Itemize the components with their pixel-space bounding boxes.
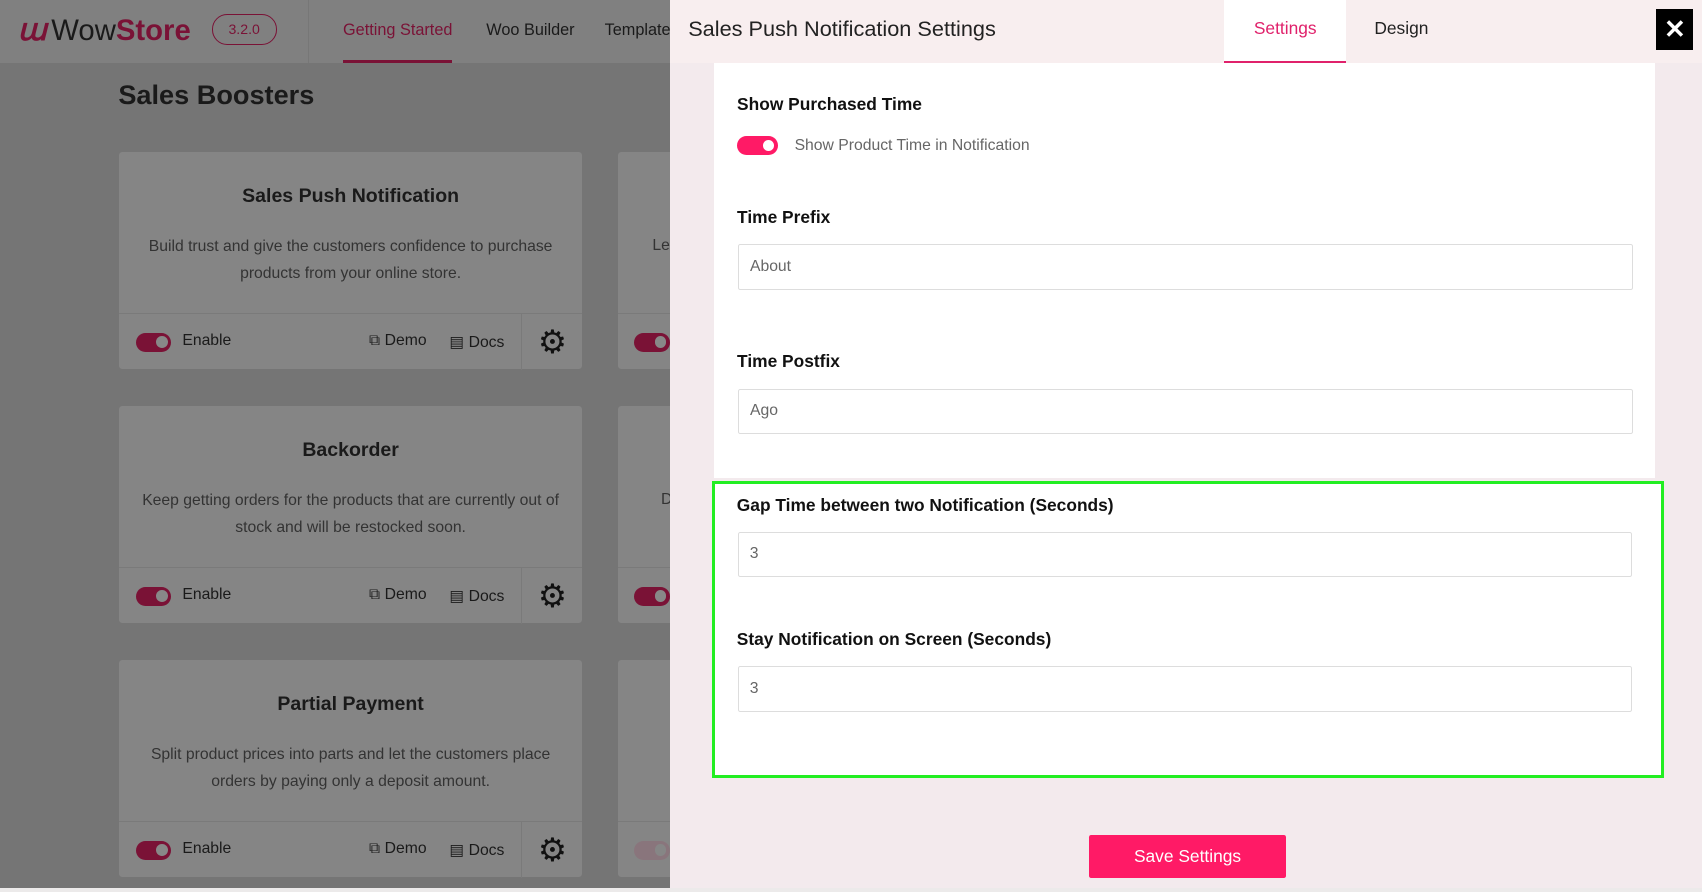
docs-link[interactable]: ▤ Docs <box>449 586 504 606</box>
card-desc: Split product prices into parts and let … <box>150 746 551 790</box>
gear-icon: ⚙ <box>537 831 567 868</box>
card-footer: Enable ⧉ Demo ▤ Docs ⚙ <box>119 820 583 879</box>
enable-toggle[interactable] <box>135 587 172 606</box>
close-button[interactable]: ✕ <box>1656 8 1694 50</box>
card-footer <box>617 312 670 370</box>
card-sales-push-notification: Sales Push Notification Build trust and … <box>119 151 583 371</box>
logo-icon: ա <box>17 13 47 48</box>
save-settings-button[interactable]: Save Settings <box>1088 834 1287 879</box>
demo-label: Demo <box>384 586 427 604</box>
modal-header: Sales Push Notification Settings Setting… <box>669 0 1702 63</box>
card-footer: Enable ⧉ Demo ▤ Docs ⚙ <box>119 566 583 625</box>
highlight-box: Gap Time between two Notification (Secon… <box>712 480 1664 778</box>
show-time-toggle[interactable] <box>737 135 779 156</box>
gap-time-label: Gap Time between two Notification (Secon… <box>736 494 1114 515</box>
gap-time-input[interactable] <box>737 531 1633 578</box>
background-page: ա Wow Store 3.2.0 Getting Started Woo Buil… <box>0 0 670 888</box>
docs-label: Docs <box>468 842 505 860</box>
docs-label: Docs <box>468 588 505 606</box>
card-footer <box>617 566 670 624</box>
card-partial: D <box>617 405 670 624</box>
stay-time-input[interactable] <box>737 666 1633 712</box>
card-footer <box>617 820 670 878</box>
nav-getting-started[interactable]: Getting Started <box>343 21 452 40</box>
demo-label: Demo <box>384 332 427 350</box>
gear-icon: ⚙ <box>537 577 567 614</box>
enable-toggle[interactable] <box>135 333 172 352</box>
demo-link[interactable]: ⧉ Demo <box>369 840 427 858</box>
card-desc-partial: Le <box>652 236 670 254</box>
settings-modal: Sales Push Notification Settings Setting… <box>669 0 1702 888</box>
settings-gear-button[interactable]: ⚙ <box>521 821 583 879</box>
external-link-icon: ⧉ <box>369 840 385 858</box>
time-postfix-label: Time Postfix <box>737 350 840 371</box>
demo-link[interactable]: ⧉ Demo <box>369 586 427 604</box>
enable-toggle[interactable] <box>633 841 670 860</box>
enable-label: Enable <box>182 332 232 350</box>
enable-toggle[interactable] <box>633 333 670 352</box>
docs-link[interactable]: ▤ Docs <box>449 840 504 860</box>
card-partial <box>617 659 670 878</box>
card-partial: Le <box>617 151 670 370</box>
demo-label: Demo <box>384 840 427 858</box>
card-partial-payment: Partial Payment Split product prices int… <box>119 659 583 879</box>
settings-gear-button[interactable]: ⚙ <box>521 313 583 371</box>
external-link-icon: ⧉ <box>369 332 385 350</box>
card-title: Sales Push Notification <box>242 184 460 207</box>
tab-design[interactable]: Design <box>1354 0 1450 61</box>
demo-link[interactable]: ⧉ Demo <box>369 332 427 350</box>
document-icon: ▤ <box>449 334 469 352</box>
logo: ա Wow Store <box>17 13 190 48</box>
document-icon: ▤ <box>449 588 469 606</box>
active-nav-indicator <box>343 59 452 63</box>
enable-toggle[interactable] <box>633 587 670 606</box>
document-icon: ▤ <box>449 842 469 860</box>
card-desc-partial: D <box>661 491 670 509</box>
nav-template[interactable]: Template <box>605 21 670 40</box>
time-prefix-input[interactable] <box>738 244 1633 290</box>
version-badge: 3.2.0 <box>211 14 277 46</box>
card-desc: Build trust and give the customers confi… <box>148 238 553 282</box>
card-footer: Enable ⧉ Demo ▤ Docs ⚙ <box>119 312 583 371</box>
logo-text: Wow <box>51 13 116 47</box>
stay-time-label: Stay Notification on Screen (Seconds) <box>736 629 1052 650</box>
enable-label: Enable <box>182 586 232 604</box>
show-time-label: Show Purchased Time <box>737 94 922 115</box>
docs-link[interactable]: ▤ Docs <box>449 332 504 352</box>
logo-text-bold: Store <box>115 13 191 47</box>
gear-icon: ⚙ <box>537 323 567 360</box>
tab-settings[interactable]: Settings <box>1224 0 1346 63</box>
settings-gear-button[interactable]: ⚙ <box>521 567 583 625</box>
divider <box>308 0 310 63</box>
enable-label: Enable <box>182 840 232 858</box>
modal-title: Sales Push Notification Settings <box>688 16 996 42</box>
settings-form: Show Purchased Time Show Product Time in… <box>714 62 1656 478</box>
time-postfix-input[interactable] <box>738 388 1633 435</box>
docs-label: Docs <box>468 334 505 352</box>
nav-woo-builder[interactable]: Woo Builder <box>486 21 574 40</box>
external-link-icon: ⧉ <box>369 586 385 604</box>
card-title: Backorder <box>302 438 399 461</box>
card-title: Partial Payment <box>277 692 424 715</box>
page-title: Sales Boosters <box>118 79 315 111</box>
top-header: ա Wow Store 3.2.0 Getting Started Woo Buil… <box>0 0 670 63</box>
card-desc: Keep getting orders for the products tha… <box>142 492 559 536</box>
enable-toggle[interactable] <box>135 841 172 860</box>
show-time-toggle-label: Show Product Time in Notification <box>794 136 1030 154</box>
card-backorder: Backorder Keep getting orders for the pr… <box>119 405 583 625</box>
time-prefix-label: Time Prefix <box>737 207 831 228</box>
